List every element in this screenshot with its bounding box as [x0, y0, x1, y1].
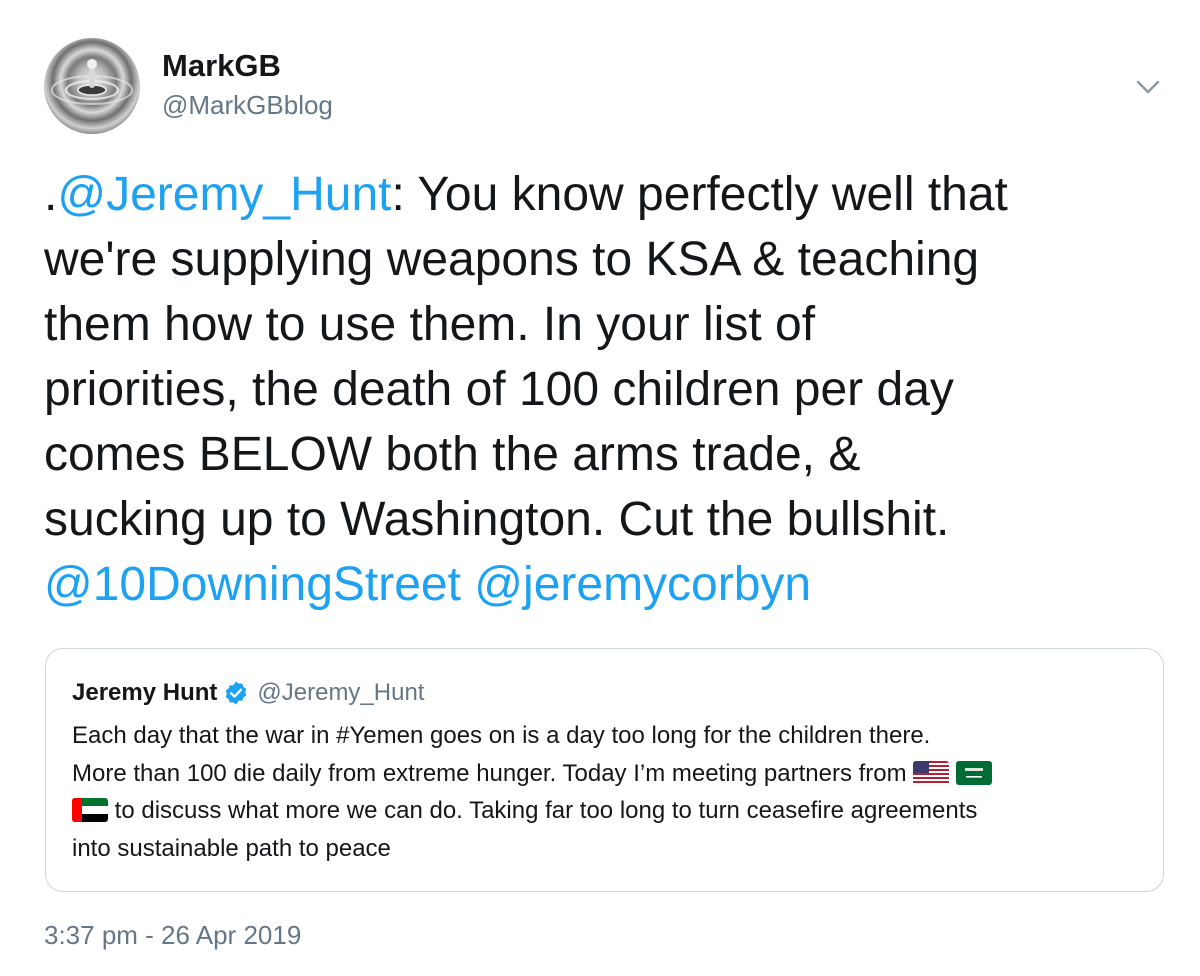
tweet-line: we're supplying weapons to KSA & teachin…: [44, 233, 980, 286]
quoted-handle: @Jeremy_Hunt: [257, 679, 425, 706]
quoted-text-segment: More than 100 die daily from extreme hun…: [72, 759, 907, 787]
quoted-display-name: Jeremy Hunt: [72, 679, 218, 706]
tweet-line: sucking up to Washington. Cut the bullsh…: [44, 493, 950, 546]
author-avatar[interactable]: [44, 38, 140, 134]
quoted-line: to discuss what more we can do. Taking f…: [72, 792, 1152, 830]
quoted-text-segment: to discuss what more we can do. Taking f…: [114, 797, 978, 824]
quoted-line: into sustainable path to peace: [72, 834, 391, 862]
saudi-flag-icon: [955, 760, 992, 785]
tweet-line: priorities, the death of 100 children pe…: [44, 363, 954, 416]
tweet-text: .@Jeremy_Hunt: You know perfectly well t…: [44, 162, 1174, 617]
mention-10-downing-street[interactable]: @10DowningStreet: [44, 558, 461, 611]
mention-jeremy-hunt[interactable]: @Jeremy_Hunt: [57, 168, 391, 221]
quoted-tweet-text: Each day that the war in #Yemen goes on …: [72, 717, 1152, 867]
tweet-menu-button[interactable]: [1130, 72, 1166, 102]
author-handle[interactable]: @MarkGBblog: [162, 90, 333, 121]
chevron-down-icon: [1136, 80, 1160, 94]
tweet-timestamp[interactable]: 3:37 pm - 26 Apr 2019: [44, 920, 301, 951]
author-display-name[interactable]: MarkGB: [162, 48, 281, 84]
tweet-line: comes BELOW both the arms trade, &: [44, 428, 861, 481]
tweet-line: .@Jeremy_Hunt: You know perfectly well t…: [44, 162, 1174, 227]
quoted-line: More than 100 die daily from extreme hun…: [72, 755, 1152, 793]
uae-flag-icon: [72, 798, 108, 822]
tweet-text-segment: : You know perfectly well that: [391, 168, 1008, 221]
tweet-text-prefix: .: [44, 168, 58, 221]
tweet-line: them how to use them. In your list of: [44, 298, 816, 351]
quoted-tweet-header: Jeremy Hunt @Jeremy_Hunt: [72, 679, 424, 707]
us-flag-icon: [913, 760, 950, 785]
quoted-line: Each day that the war in #Yemen goes on …: [72, 722, 931, 749]
tweet-card: MarkGB @MarkGBblog .@Jeremy_Hunt: You kn…: [0, 0, 1200, 976]
quoted-tweet[interactable]: Jeremy Hunt @Jeremy_Hunt Each day that t…: [45, 648, 1164, 892]
water-drop-icon: [51, 59, 133, 105]
tweet-line: @10DowningStreet @jeremycorbyn: [44, 552, 1174, 617]
verified-badge-icon: [223, 680, 249, 706]
mention-jeremy-corbyn[interactable]: @jeremycorbyn: [474, 558, 811, 611]
